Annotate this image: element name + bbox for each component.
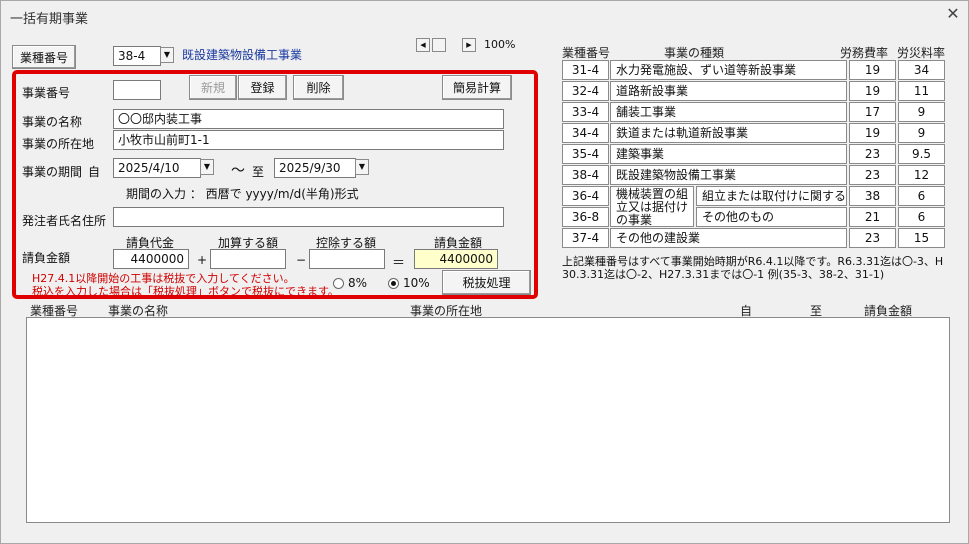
delete-button[interactable]: 削除 [293,75,344,100]
rate-type: 鉄道または軌道新設事業 [610,123,847,143]
category-name: 既設建築物設備工事業 [182,48,303,62]
tax-10-radio[interactable] [388,278,399,289]
tax-8-label: 8% [348,276,368,290]
zoom-right-arrow-icon[interactable]: ▶ [462,38,476,52]
minus-operator: − [296,253,307,267]
period-to-label: 至 [252,165,265,179]
rate-accident: 11 [898,81,945,101]
rate-accident: 9.5 [898,144,945,164]
rate-type: その他のもの [696,207,847,227]
rate-labor: 38 [849,186,896,206]
period-to-chevron-down-icon[interactable]: ▼ [355,159,369,175]
rate-type-group: 機械装置の組立又は据付けの事業 [610,186,694,227]
rate-code: 36-8 [562,207,609,227]
project-number-input[interactable] [113,80,161,100]
rate-note-line2: 30.3.31迄は〇-2、H27.3.31までは〇-1 例(35-3、38-2、… [562,268,885,281]
period-from-label: 自 [88,165,101,179]
category-button[interactable]: 業種番号 [12,45,76,69]
rate-labor: 17 [849,102,896,122]
add-amount-input[interactable] [210,249,286,269]
rate-labor: 23 [849,144,896,164]
zoom-level: 100% [484,38,516,51]
period-to-input[interactable]: 2025/9/30 [274,158,356,178]
location-label: 事業の所在地 [22,137,95,151]
rate-accident: 15 [898,228,945,248]
rate-header-labor: 労務費率 [840,46,889,60]
rate-code: 34-4 [562,123,609,143]
deduct-amount-input[interactable] [309,249,385,269]
rate-type: 既設建築物設備工事業 [610,165,847,185]
rate-code: 33-4 [562,102,609,122]
name-label: 事業の名称 [22,115,83,129]
rate-accident: 12 [898,165,945,185]
rate-labor: 19 [849,123,896,143]
rate-accident: 6 [898,207,945,227]
rate-type: 組立または取付けに関するもの [696,186,847,206]
client-input[interactable] [113,207,504,227]
rate-accident: 6 [898,186,945,206]
tax-note-line2: 税込を入力した場合は「税抜処理」ボタンで税抜にできます。 [32,285,339,298]
rate-type: その他の建設業 [610,228,847,248]
tax-10-label: 10% [403,276,430,290]
simple-calc-button[interactable]: 簡易計算 [442,75,512,100]
result-amount-output: 4400000 [414,249,498,269]
rate-type: 水力発電施設、ずい道等新設事業 [610,60,847,80]
contract-price-input[interactable]: 4400000 [113,249,189,269]
rate-code: 35-4 [562,144,609,164]
rate-header-type: 事業の種類 [664,46,725,60]
new-button[interactable]: 新規 [189,75,237,100]
rate-header-code: 業種番号 [562,46,611,60]
rate-header-accident: 労災料率 [897,46,946,60]
period-label: 事業の期間 [22,165,83,179]
equal-operator: ＝ [392,256,406,271]
contract-amount-label: 請負金額 [22,251,71,265]
period-from-input[interactable]: 2025/4/10 [113,158,201,178]
rate-accident: 34 [898,60,945,80]
rate-accident: 9 [898,123,945,143]
rate-code: 37-4 [562,228,609,248]
plus-operator: + [197,253,208,267]
rate-type: 舗装工事業 [610,102,847,122]
name-input[interactable]: 〇〇邸内装工事 [113,109,504,129]
category-dropdown-chevron-icon[interactable]: ▼ [160,47,174,63]
zoom-left-arrow-icon[interactable]: ◀ [416,38,430,52]
close-icon[interactable]: ✕ [944,5,962,23]
project-list[interactable] [26,317,950,523]
rate-accident: 9 [898,102,945,122]
rate-type: 道路新設事業 [610,81,847,101]
category-select[interactable]: 38-4 [113,46,161,66]
rate-code: 31-4 [562,60,609,80]
zoom-slider-thumb[interactable] [432,38,446,52]
register-button[interactable]: 登録 [238,75,287,100]
period-tilde: ～ [231,163,245,179]
rate-labor: 21 [849,207,896,227]
rate-labor: 19 [849,60,896,80]
period-from-chevron-down-icon[interactable]: ▼ [200,159,214,175]
rate-labor: 19 [849,81,896,101]
project-number-label: 事業番号 [22,86,71,100]
rate-code: 32-4 [562,81,609,101]
rate-type: 建築事業 [610,144,847,164]
rate-labor: 23 [849,165,896,185]
rate-code: 38-4 [562,165,609,185]
rate-labor: 23 [849,228,896,248]
period-hint: 期間の入力 ： 西暦で yyyy/m/d(半角)形式 [126,187,359,201]
window-title: 一括有期事業 [10,12,89,27]
client-label: 発注者氏名住所 [22,214,107,228]
location-input[interactable]: 小牧市山前町1-1 [113,130,504,150]
tax-exclude-button[interactable]: 税抜処理 [442,270,531,295]
tax-8-radio[interactable] [333,278,344,289]
rate-code: 36-4 [562,186,609,206]
